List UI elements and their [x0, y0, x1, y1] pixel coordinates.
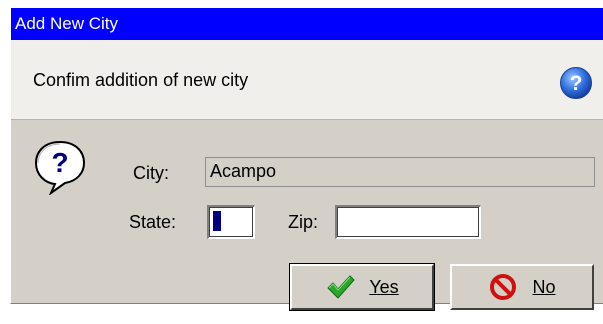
- svg-text:?: ?: [51, 147, 68, 178]
- city-field: Acampo: [205, 157, 595, 187]
- header-message: Confim addition of new city: [33, 70, 249, 90]
- zip-label: Zip:: [288, 212, 319, 232]
- city-value: Acampo: [210, 161, 277, 181]
- yes-button[interactable]: Yes: [289, 263, 435, 311]
- question-icon: ?: [34, 140, 86, 195]
- state-label: State:: [129, 212, 177, 232]
- prohibited-icon: [490, 274, 517, 300]
- dialog-header: Confim addition of new city ?: [11, 40, 603, 120]
- help-icon[interactable]: ?: [559, 66, 593, 100]
- city-label: City:: [133, 163, 169, 183]
- no-label: No: [532, 276, 556, 297]
- title-bar[interactable]: Add New City: [11, 8, 603, 40]
- state-input[interactable]: [207, 205, 255, 239]
- zip-input[interactable]: [335, 205, 481, 239]
- window-title: Add New City: [15, 14, 118, 33]
- text-caret: [213, 211, 221, 231]
- yes-label: Yes: [369, 276, 399, 297]
- svg-text:?: ?: [570, 72, 583, 95]
- add-city-dialog: Add New City Confim addition of new city…: [10, 8, 603, 311]
- checkmark-icon: [327, 275, 355, 299]
- no-button[interactable]: No: [450, 264, 594, 310]
- dialog-content: ? City: Acampo State: Zip: Yes No: [11, 120, 603, 311]
